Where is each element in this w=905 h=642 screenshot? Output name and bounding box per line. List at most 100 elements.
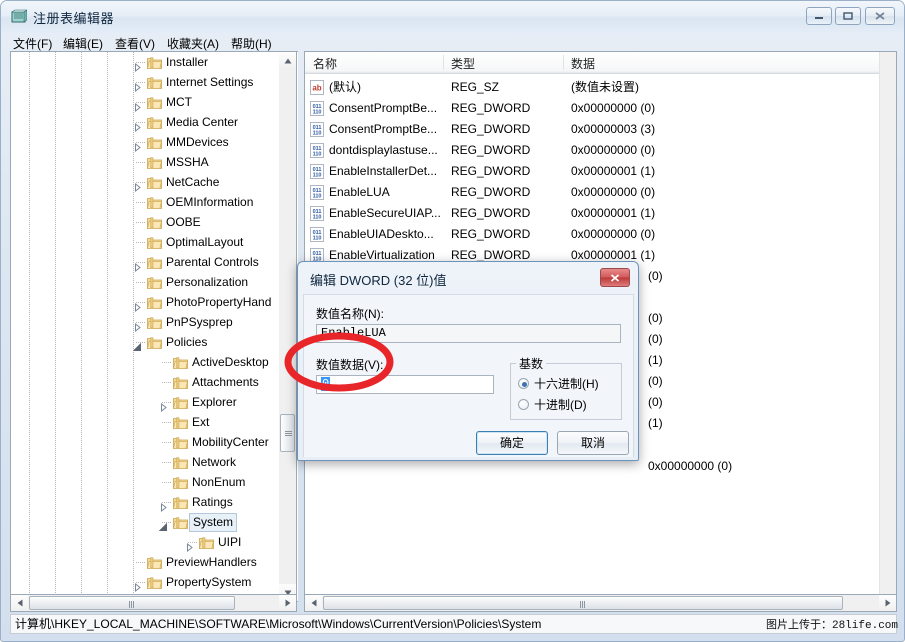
scroll-left-icon[interactable] [11,595,28,611]
dword-value-icon: 011110 [310,164,324,179]
tree-item-label: OEMInformation [166,192,253,212]
tree-vertical-scrollbar[interactable] [279,51,297,602]
dialog-close-button[interactable] [600,268,630,287]
table-row[interactable]: 011110ConsentPromptBe...REG_DWORD0x00000… [305,98,896,119]
chevron-down-icon[interactable] [133,338,142,347]
tree-item-label: Media Center [166,112,238,132]
value-name-cell: EnableLUA [329,182,390,203]
folder-icon [173,435,188,448]
table-row[interactable]: 011110EnableLUAREG_DWORD0x00000000 (0) [305,182,896,203]
dword-value-icon: 011110 [310,185,324,200]
chevron-right-icon[interactable] [133,578,142,587]
dword-value-icon: 011110 [310,206,324,221]
tree-item-label: System [189,513,237,532]
dialog-body: 数值名称(N): EnableLUA 数值数据(V): 0 基数 十六进制(H)… [303,294,634,457]
folder-icon [173,515,188,528]
svg-text:ab: ab [312,84,321,93]
window-title: 注册表编辑器 [33,8,114,27]
table-row[interactable]: 011110EnableSecureUIAP...REG_DWORD0x0000… [305,203,896,224]
table-row[interactable]: 011110ConsentPromptBe...REG_DWORD0x00000… [305,119,896,140]
value-data-cell: (0) [648,329,663,350]
list-vertical-scrollbar[interactable] [879,52,896,601]
value-name-cell: EnableUIADeskto... [329,224,434,245]
chevron-right-icon[interactable] [185,538,194,547]
chevron-right-icon[interactable] [133,118,142,127]
maximize-button[interactable] [835,7,861,25]
value-name-label: 数值名称(N): [316,305,384,322]
ok-button[interactable]: 确定 [476,431,548,455]
chevron-right-icon[interactable] [159,398,168,407]
table-row[interactable]: ab(默认)REG_SZ(数值未设置) [305,77,896,98]
folder-icon [147,55,162,68]
chevron-right-icon[interactable] [133,298,142,307]
value-data-cell: (数值未设置) [571,77,639,98]
tree-connector-line [162,442,172,443]
column-header-data[interactable]: 数据 [571,55,595,72]
tree-scrollbar-thumb[interactable] [280,414,295,452]
scroll-up-icon[interactable] [279,52,296,69]
value-name-cell: (默认) [329,77,361,98]
tree-connector-line [136,282,146,283]
folder-icon [147,295,162,308]
folder-icon [147,195,162,208]
chevron-right-icon[interactable] [133,138,142,147]
tree-connector-line [136,242,146,243]
radio-dot-dec-icon [518,399,529,410]
scroll-left-icon[interactable] [305,595,322,611]
scroll-right-icon[interactable] [879,595,896,611]
chevron-right-icon[interactable] [159,498,168,507]
folder-icon [147,555,162,568]
chevron-right-icon[interactable] [133,178,142,187]
list-hscroll-thumb[interactable] [323,596,843,610]
base-group-legend: 基数 [516,355,546,372]
value-data-label: 数值数据(V): [316,356,383,373]
tree-item-label: UIPI [218,532,241,552]
chevron-right-icon[interactable] [133,78,142,87]
column-header-name[interactable]: 名称 [313,55,337,72]
chevron-right-icon[interactable] [133,258,142,267]
radio-dec-label: 十进制(D) [534,396,587,413]
tree-connector-line [162,382,172,383]
cancel-button[interactable]: 取消 [557,431,629,455]
column-divider[interactable] [443,55,444,70]
tree-item-label: OptimalLayout [166,232,243,252]
value-data-input[interactable]: 0 [316,375,494,394]
value-name-input[interactable]: EnableLUA [316,324,621,343]
value-type-cell: REG_DWORD [451,224,530,245]
tree-connector-line [162,482,172,483]
chevron-right-icon[interactable] [133,58,142,67]
svg-text:110: 110 [313,236,322,242]
chevron-right-icon[interactable] [133,98,142,107]
registry-tree-pane[interactable]: InstallerInternet SettingsMCTMedia Cente… [10,51,298,602]
registry-editor-icon [11,9,27,25]
folder-icon [147,135,162,148]
table-row[interactable]: 011110dontdisplaylastuse...REG_DWORD0x00… [305,140,896,161]
column-header-type[interactable]: 类型 [451,55,475,72]
value-name-cell: ConsentPromptBe... [329,119,437,140]
svg-text:110: 110 [313,131,322,137]
value-type-cell: REG_DWORD [451,140,530,161]
tree-item-label: OOBE [166,212,201,232]
folder-icon [147,175,162,188]
close-button[interactable] [865,7,895,25]
tree-item-label: MMDevices [166,132,229,152]
chevron-down-icon[interactable] [159,518,168,527]
list-horizontal-scrollbar[interactable] [304,594,897,612]
value-data-cell: (0) [648,266,663,287]
tree-item-label: PropertySystem [166,572,251,592]
tree-item-label: MobilityCenter [192,432,269,452]
value-data-cell: 0x00000003 (3) [571,119,655,140]
tree-horizontal-scrollbar[interactable] [10,594,297,612]
column-divider[interactable] [563,55,564,70]
value-name-cell: EnableSecureUIAP... [329,203,441,224]
table-row[interactable]: 011110EnableUIADeskto...REG_DWORD0x00000… [305,224,896,245]
folder-icon [147,315,162,328]
table-row[interactable]: 011110EnableInstallerDet...REG_DWORD0x00… [305,161,896,182]
tree-item-label: Attachments [192,372,259,392]
status-bar-path: 计算机\HKEY_LOCAL_MACHINE\SOFTWARE\Microsof… [10,614,897,634]
value-data-cell: 0x00000001 (1) [571,161,655,182]
chevron-right-icon[interactable] [133,318,142,327]
minimize-button[interactable] [806,7,832,25]
tree-hscroll-thumb[interactable] [29,596,235,610]
scroll-right-icon[interactable] [279,595,296,611]
